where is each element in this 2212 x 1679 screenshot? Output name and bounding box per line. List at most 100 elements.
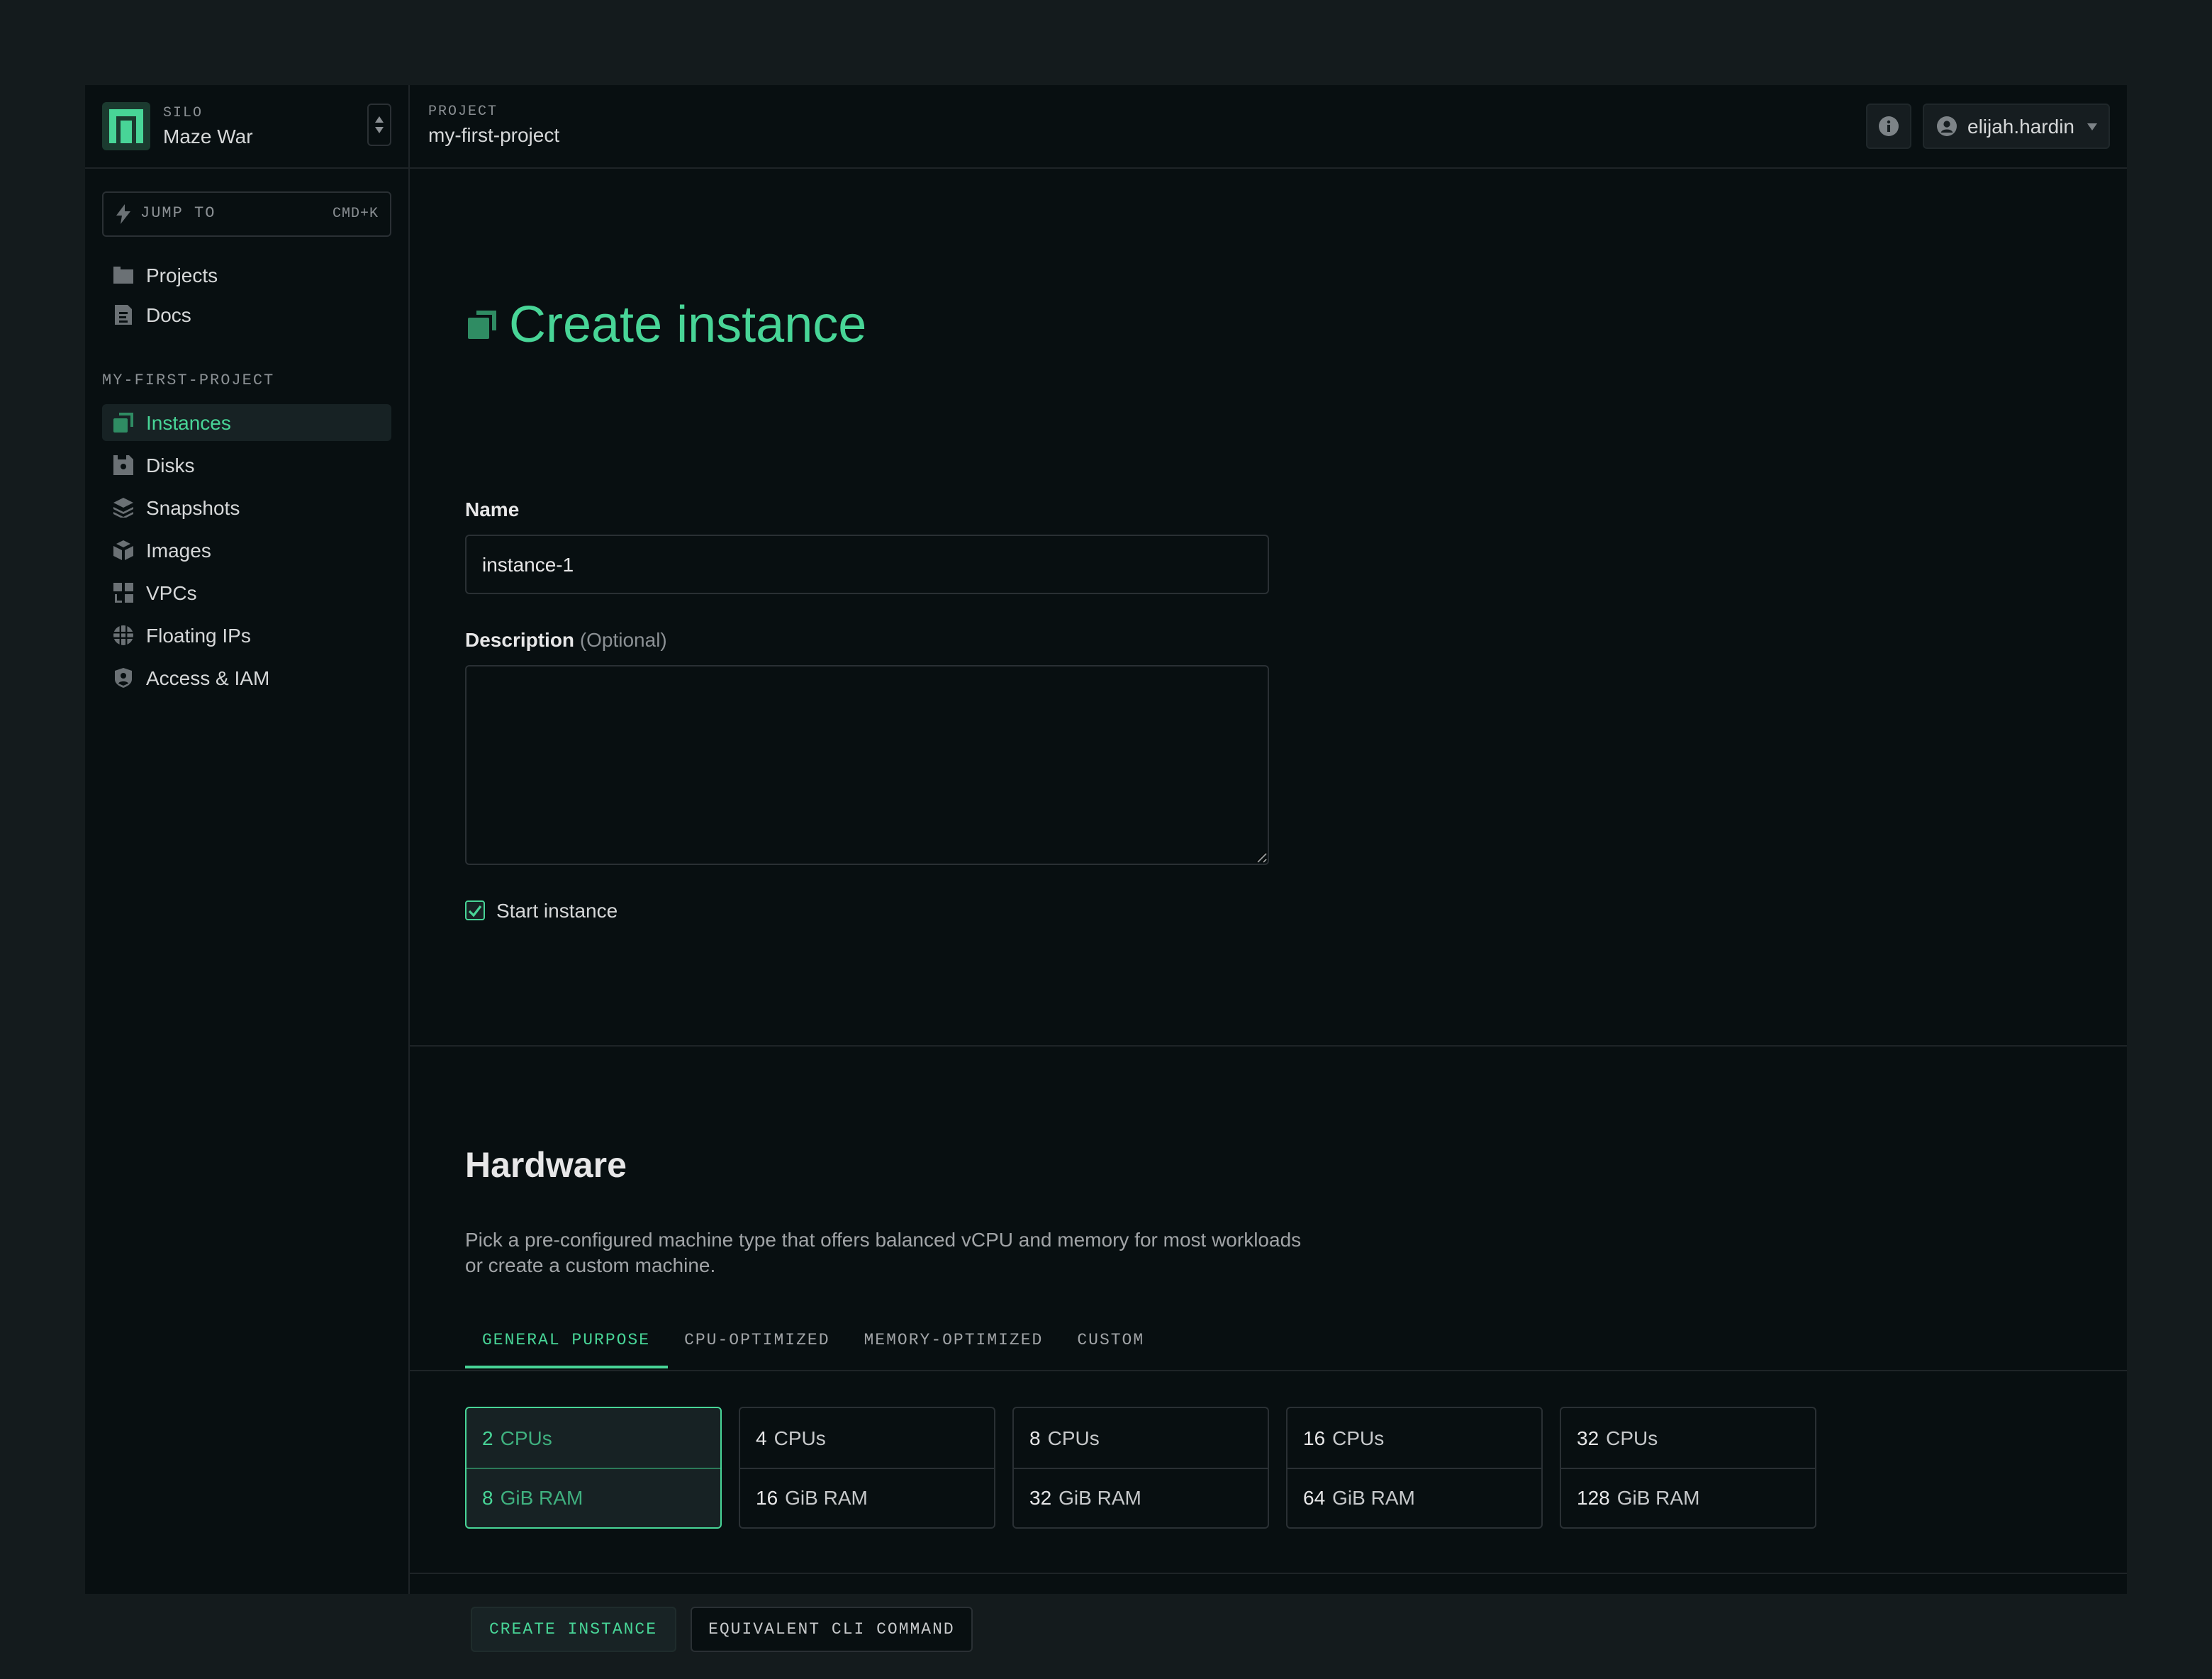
start-instance-toggle[interactable]: Start instance (465, 899, 618, 922)
sidebar-item-label: Disks (146, 454, 195, 476)
preset-card[interactable]: 32 CPUs 128 GiB RAM (1560, 1407, 1816, 1529)
cpu-unit: CPUs (773, 1426, 826, 1449)
folder-icon (113, 265, 133, 285)
preset-card[interactable]: 8 CPUs 32 GiB RAM (1012, 1407, 1269, 1529)
hardware-title: Hardware (465, 1146, 627, 1186)
preset-card[interactable]: 16 CPUs 64 GiB RAM (1286, 1407, 1543, 1529)
preset-card[interactable]: 4 CPUs 16 GiB RAM (739, 1407, 995, 1529)
ram-amount: 128 (1577, 1486, 1610, 1510)
globe-icon (113, 625, 133, 645)
caret-down-icon (2087, 123, 2097, 130)
sidebar-item-instances[interactable]: Instances (102, 404, 391, 441)
section-divider (410, 1045, 2127, 1047)
project-section-label: MY-FIRST-PROJECT (102, 373, 275, 390)
ram-amount: 32 (1029, 1486, 1052, 1510)
optional-hint: (Optional) (579, 628, 667, 651)
cube-icon (113, 540, 133, 560)
sidebar-item-label: Projects (146, 264, 218, 286)
app-window: SILO Maze War JUMP TO CMD+K Projects Doc… (85, 85, 2127, 1652)
silo-header: SILO Maze War (85, 85, 408, 169)
project-nav: Instances Disks Snapshots Images VPCs Fl… (85, 404, 408, 696)
ram-amount: 16 (756, 1486, 778, 1510)
description-label-text: Description (465, 628, 575, 651)
cpu-count: 32 (1577, 1426, 1599, 1449)
cpu-unit: CPUs (1606, 1426, 1658, 1449)
machine-presets: 2 CPUs 8 GiB RAM 4 CPUs 16 GiB RAM 8 CPUs 32 G… (465, 1407, 1816, 1529)
create-instance-button[interactable]: CREATE INSTANCE (471, 1607, 676, 1652)
lightning-icon (116, 204, 130, 224)
sidebar-item-vpcs[interactable]: VPCs (102, 574, 391, 611)
silo-name: Maze War (163, 124, 253, 147)
oxide-logo (102, 102, 150, 150)
topbar: PROJECT my-first-project elijah.hardin (410, 85, 2127, 169)
cpu-count: 16 (1303, 1426, 1326, 1449)
name-input[interactable] (465, 535, 1269, 594)
sort-arrows-icon (375, 116, 384, 133)
jump-to-shortcut: CMD+K (332, 206, 379, 222)
page-header: Create instance (468, 261, 866, 389)
tab-cpu-optimized[interactable]: CPU-OPTIMIZED (667, 1313, 847, 1367)
form-footer: CREATE INSTANCE EQUIVALENT CLI COMMAND (471, 1607, 973, 1652)
info-icon (1878, 116, 1898, 136)
start-instance-checkbox[interactable] (465, 900, 485, 920)
cpu-unit: CPUs (1047, 1426, 1100, 1449)
tab-memory-optimized[interactable]: MEMORY-OPTIMIZED (847, 1313, 1061, 1367)
sidebar-item-snapshots[interactable]: Snapshots (102, 489, 391, 526)
ram-unit: GiB RAM (500, 1486, 583, 1510)
cpu-count: 2 (482, 1426, 493, 1449)
sidebar-item-label: Docs (146, 303, 191, 326)
instances-icon (113, 413, 133, 433)
ram-amount: 64 (1303, 1486, 1326, 1510)
disk-icon (113, 455, 133, 475)
sidebar-item-label: Images (146, 539, 211, 562)
shield-user-icon (113, 668, 133, 688)
user-avatar-icon (1936, 116, 1956, 136)
info-button[interactable] (1865, 104, 1911, 149)
sidebar-item-images[interactable]: Images (102, 532, 391, 569)
sidebar-item-label: Floating IPs (146, 624, 251, 647)
breadcrumb-project[interactable]: my-first-project (428, 123, 559, 146)
sidebar-item-label: Access & IAM (146, 666, 270, 689)
global-nav: Projects Docs (85, 257, 408, 333)
name-label: Name (465, 498, 520, 520)
jump-to-label: JUMP TO (140, 206, 216, 223)
checkmark-icon (468, 905, 482, 917)
document-icon (113, 305, 133, 325)
main-content: Create instance Name Description (Option… (410, 170, 2127, 1652)
sidebar-item-disks[interactable]: Disks (102, 447, 391, 484)
ram-unit: GiB RAM (1058, 1486, 1141, 1510)
sidebar-item-label: Snapshots (146, 496, 240, 519)
hardware-description: Pick a pre-configured machine type that … (465, 1228, 1302, 1276)
hardware-tabs: GENERAL PURPOSE CPU-OPTIMIZED MEMORY-OPT… (465, 1313, 1161, 1368)
sidebar-item-access-iam[interactable]: Access & IAM (102, 659, 391, 696)
sidebar-item-docs[interactable]: Docs (102, 296, 391, 333)
ram-unit: GiB RAM (785, 1486, 868, 1510)
jump-to-button[interactable]: JUMP TO CMD+K (102, 191, 391, 237)
silo-label: SILO (163, 106, 203, 121)
description-label: Description (Optional) (465, 628, 667, 651)
preset-card[interactable]: 2 CPUs 8 GiB RAM (465, 1407, 722, 1529)
grid-icon (113, 583, 133, 603)
tab-custom[interactable]: CUSTOM (1060, 1313, 1161, 1367)
breadcrumb: PROJECT my-first-project (428, 105, 559, 146)
ram-amount: 8 (482, 1486, 493, 1510)
tab-general-purpose[interactable]: GENERAL PURPOSE (465, 1313, 667, 1368)
cli-command-button[interactable]: EQUIVALENT CLI COMMAND (690, 1607, 973, 1652)
instances-icon (468, 311, 496, 340)
breadcrumb-label: PROJECT (428, 105, 498, 121)
start-instance-label: Start instance (496, 899, 618, 922)
cpu-count: 8 (1029, 1426, 1041, 1449)
user-menu-button[interactable]: elijah.hardin (1922, 104, 2110, 149)
sidebar-item-floating-ips[interactable]: Floating IPs (102, 617, 391, 654)
ram-unit: GiB RAM (1616, 1486, 1700, 1510)
user-name: elijah.hardin (1967, 115, 2074, 138)
cpu-unit: CPUs (1332, 1426, 1385, 1449)
sidebar-item-projects[interactable]: Projects (102, 257, 391, 294)
description-textarea[interactable] (465, 665, 1269, 865)
silo-switcher-button[interactable] (367, 104, 391, 146)
sidebar-item-label: Instances (146, 411, 231, 434)
cpu-unit: CPUs (500, 1426, 552, 1449)
ram-unit: GiB RAM (1332, 1486, 1415, 1510)
footer-divider (410, 1573, 2127, 1574)
page-title: Create instance (509, 295, 867, 354)
